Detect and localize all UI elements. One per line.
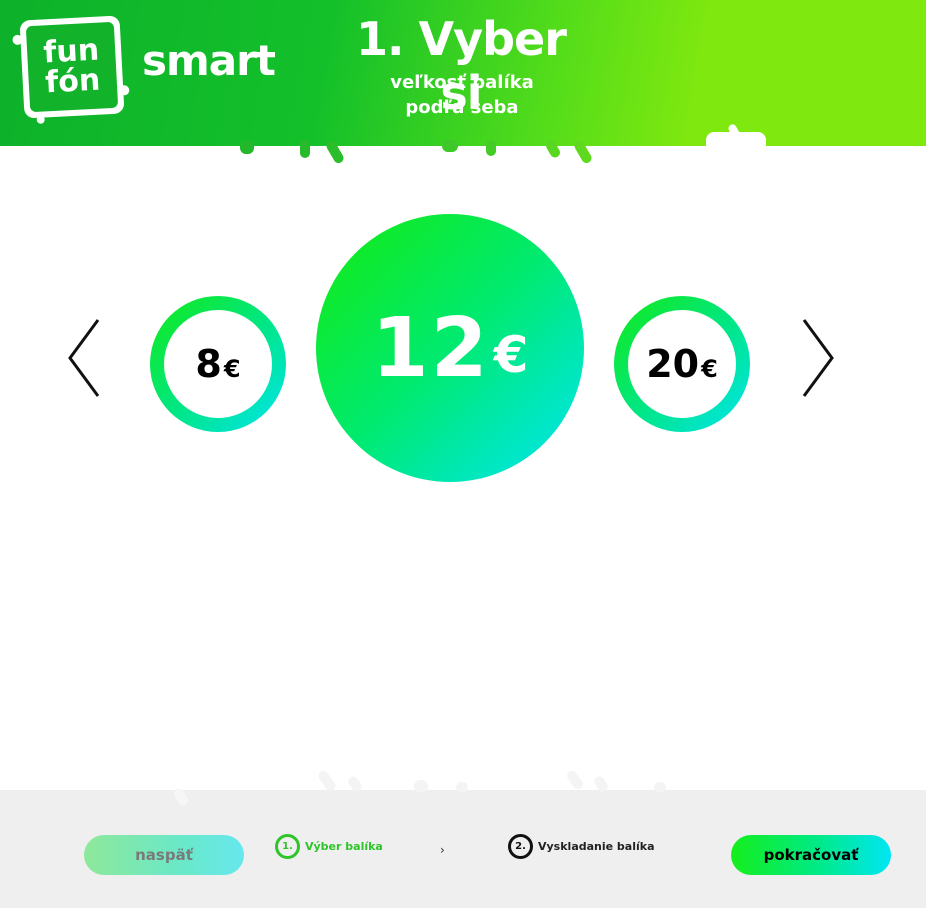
step-number-circle: 2.: [508, 834, 533, 859]
subtitle-line2: podľa seba: [405, 97, 519, 118]
logo-text-line2: fón: [44, 62, 102, 101]
package-option-inner: 8€: [164, 310, 272, 418]
header-drip: [486, 140, 496, 156]
header-drip: [300, 140, 310, 158]
amount-value: 8: [195, 342, 222, 386]
currency-symbol: €: [493, 326, 529, 384]
footer-drip: [456, 782, 468, 792]
carousel-prev-button[interactable]: [64, 318, 104, 398]
continue-button[interactable]: pokračovať: [731, 835, 891, 875]
step-label: Vyskladanie balíka: [538, 840, 655, 853]
brand-name: smart: [142, 36, 276, 85]
header-drip: [240, 140, 254, 154]
carousel-next-button[interactable]: [798, 318, 838, 398]
package-option-8[interactable]: 8€: [150, 296, 286, 432]
subtitle-line1: veľkosť balíka: [390, 72, 534, 93]
step-1-indicator[interactable]: 1. Výber balíka: [275, 834, 383, 859]
chevron-right-icon: [802, 319, 834, 397]
chevron-left-icon: [68, 319, 100, 397]
funfon-logo[interactable]: fun fón: [12, 15, 130, 124]
footer-drip: [565, 768, 585, 792]
step-number-circle: 1.: [275, 834, 300, 859]
package-amount: 8€: [195, 342, 240, 386]
package-option-20[interactable]: 20€: [614, 296, 750, 432]
back-button[interactable]: naspäť: [84, 835, 244, 875]
package-option-inner: 20€: [628, 310, 736, 418]
page-subtitle: veľkosť balíka podľa seba: [352, 70, 572, 120]
amount-value: 20: [646, 342, 700, 386]
footer-drip: [414, 780, 428, 792]
package-amount: 20€: [646, 342, 718, 386]
amount-value: 12: [371, 300, 490, 396]
logo-splat: [12, 34, 23, 46]
currency-symbol: €: [701, 355, 718, 383]
chevron-right-icon: ›: [440, 843, 445, 857]
footer-drip: [654, 782, 666, 792]
step-2-indicator[interactable]: 2. Vyskladanie balíka: [508, 834, 655, 859]
package-option-12-selected[interactable]: 12 €: [316, 214, 584, 482]
currency-symbol: €: [223, 355, 241, 383]
step-label: Výber balíka: [305, 840, 383, 853]
header-drip: [442, 140, 458, 152]
